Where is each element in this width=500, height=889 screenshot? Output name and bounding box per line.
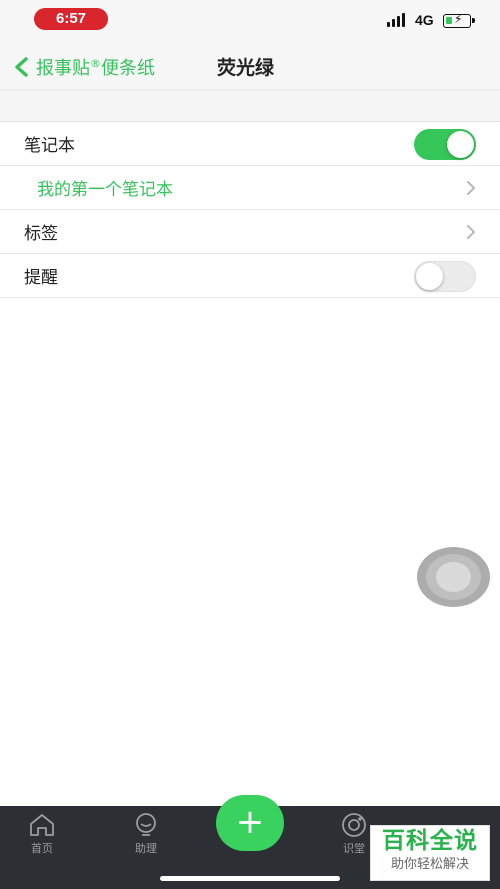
tab-home-label: 首页 bbox=[31, 842, 53, 855]
nav-bar: 报事贴®便条纸 荧光绿 bbox=[0, 44, 500, 90]
tags-label: 标签 bbox=[24, 224, 58, 244]
reminder-toggle[interactable] bbox=[414, 261, 476, 292]
selected-notebook-row[interactable]: 我的第一个笔记本 bbox=[0, 166, 500, 210]
back-label: 报事贴®便条纸 bbox=[36, 57, 155, 79]
back-button[interactable]: 报事贴®便条纸 bbox=[12, 52, 155, 82]
chevron-left-icon bbox=[15, 57, 28, 77]
selected-notebook-label: 我的第一个笔记本 bbox=[37, 180, 173, 200]
settings-list: 笔记本 我的第一个笔记本 标签 提醒 bbox=[0, 122, 500, 298]
assistive-touch-button[interactable] bbox=[417, 547, 490, 607]
reminder-row: 提醒 bbox=[0, 254, 500, 298]
battery-icon: ⚡ bbox=[443, 12, 475, 28]
home-icon bbox=[30, 814, 54, 836]
home-indicator bbox=[160, 876, 340, 881]
status-bar: 6:57 4G ⚡ bbox=[0, 0, 500, 44]
signal-icon bbox=[387, 13, 409, 27]
status-time: 6:57 bbox=[34, 8, 108, 30]
tab-assistant[interactable]: 助理 bbox=[116, 812, 176, 856]
watermark-subtitle: 助你轻松解决 bbox=[390, 857, 469, 872]
tags-row[interactable]: 标签 bbox=[0, 210, 500, 254]
tab-learn-label: 识堂 bbox=[343, 842, 365, 855]
chevron-right-icon bbox=[467, 225, 475, 239]
tab-assistant-label: 助理 bbox=[135, 842, 157, 855]
reminder-label: 提醒 bbox=[24, 268, 58, 288]
chevron-right-icon bbox=[467, 181, 475, 195]
registered-mark: ® bbox=[90, 57, 101, 70]
network-type: 4G bbox=[415, 12, 434, 28]
page-title: 荧光绿 bbox=[217, 57, 275, 79]
notebook-toggle[interactable] bbox=[414, 129, 476, 160]
learn-icon bbox=[342, 813, 366, 837]
add-button[interactable]: + bbox=[216, 795, 284, 851]
notebook-row: 笔记本 bbox=[0, 122, 500, 166]
section-spacer bbox=[0, 90, 500, 122]
tab-home[interactable]: 首页 bbox=[12, 812, 72, 856]
watermark-title: 百科全说 bbox=[382, 828, 478, 854]
watermark: 百科全说 助你轻松解决 bbox=[370, 825, 490, 881]
assistant-icon bbox=[136, 813, 156, 836]
notebook-label: 笔记本 bbox=[24, 136, 75, 156]
